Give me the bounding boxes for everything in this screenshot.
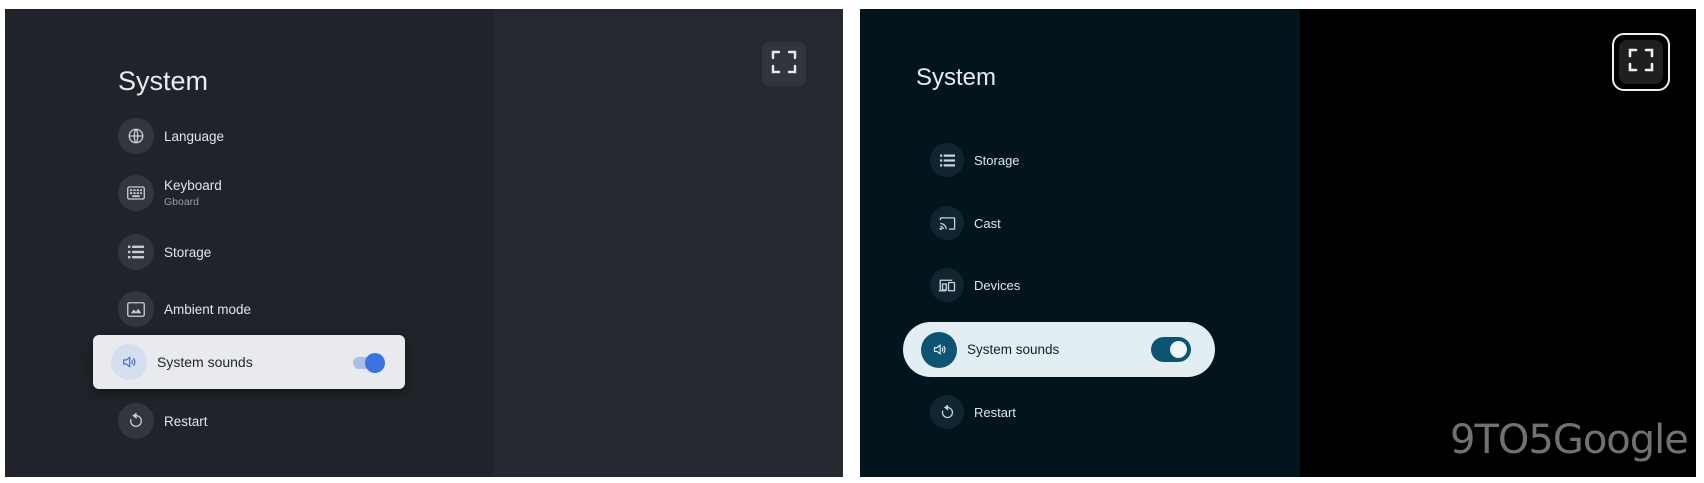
menu-item-system-sounds[interactable]: System sounds bbox=[93, 335, 405, 389]
menu-item-label: Language bbox=[164, 128, 225, 144]
page-title: System bbox=[118, 66, 209, 96]
toggle-thumb bbox=[1170, 341, 1187, 358]
fullscreen-button-inner bbox=[1619, 40, 1663, 84]
menu-item-sublabel: Gboard bbox=[164, 196, 200, 208]
menu-item-system-sounds[interactable]: System sounds bbox=[903, 322, 1215, 377]
menu-item-cast[interactable]: Cast bbox=[930, 203, 1001, 243]
settings-menu: System Storage Cast Devices System sound… bbox=[860, 9, 1300, 477]
fullscreen-icon bbox=[1628, 47, 1654, 78]
right-screenshot: System Storage Cast Devices System sound… bbox=[860, 9, 1696, 477]
system-sounds-toggle[interactable] bbox=[353, 353, 385, 373]
menu-item-restart[interactable]: Restart bbox=[930, 392, 1016, 432]
menu-item-language[interactable]: Language bbox=[118, 114, 224, 158]
system-sounds-toggle[interactable] bbox=[1151, 337, 1191, 362]
menu-item-devices[interactable]: Devices bbox=[930, 265, 1020, 305]
menu-item-label: System sounds bbox=[967, 342, 1060, 357]
menu-item-label: Restart bbox=[164, 413, 208, 429]
fullscreen-icon bbox=[771, 49, 797, 80]
volume-icon bbox=[111, 344, 147, 380]
menu-item-label: Cast bbox=[974, 215, 1001, 231]
storage-icon bbox=[118, 234, 154, 270]
restart-icon bbox=[930, 395, 964, 429]
separator bbox=[843, 0, 860, 483]
keyboard-icon bbox=[118, 175, 154, 211]
watermark-logo: 9TO5Google bbox=[1450, 417, 1689, 463]
restart-icon bbox=[118, 403, 154, 439]
page-title: System bbox=[916, 64, 997, 91]
toggle-thumb bbox=[365, 353, 385, 373]
menu-item-label: Ambient mode bbox=[164, 301, 252, 317]
menu-item-label: Devices bbox=[974, 277, 1021, 293]
menu-item-ambient-mode[interactable]: Ambient mode bbox=[118, 287, 251, 331]
menu-item-storage[interactable]: Storage bbox=[118, 230, 211, 274]
menu-item-label: Storage bbox=[164, 244, 212, 260]
menu-item-storage[interactable]: Storage bbox=[930, 140, 1020, 180]
ambient-mode-icon bbox=[118, 291, 154, 327]
fullscreen-button[interactable] bbox=[1612, 33, 1670, 91]
volume-icon bbox=[921, 331, 957, 368]
devices-icon bbox=[930, 268, 964, 302]
menu-item-label: Storage bbox=[974, 152, 1020, 168]
menu-item-label: Keyboard bbox=[164, 178, 222, 193]
globe-icon bbox=[118, 118, 154, 154]
fullscreen-button[interactable] bbox=[762, 42, 806, 86]
menu-item-label: Restart bbox=[974, 404, 1016, 420]
menu-item-restart[interactable]: Restart bbox=[118, 399, 208, 443]
cast-icon bbox=[930, 206, 964, 240]
menu-item-text: Keyboard Gboard bbox=[154, 178, 222, 208]
menu-item-label: System sounds bbox=[157, 354, 253, 370]
settings-menu: System Language Keyboard Gboard Storage … bbox=[5, 9, 493, 477]
menu-item-keyboard[interactable]: Keyboard Gboard bbox=[118, 171, 222, 215]
storage-icon bbox=[930, 143, 964, 177]
left-screenshot: System Language Keyboard Gboard Storage … bbox=[5, 9, 843, 477]
